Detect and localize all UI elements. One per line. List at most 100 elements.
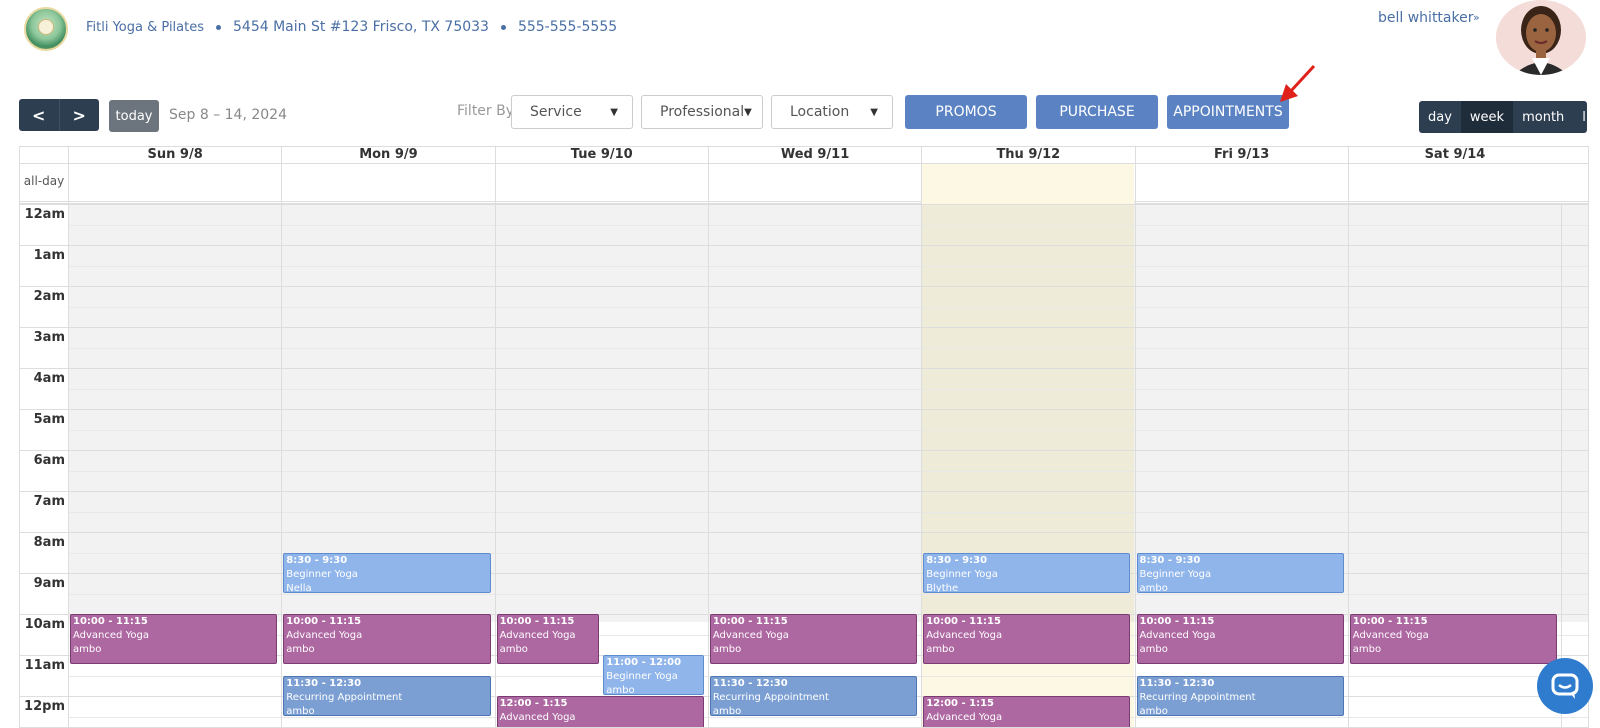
all-day-cell[interactable] bbox=[281, 164, 494, 205]
calendar-event[interactable]: 8:30 - 9:30 Beginner Yoga Nella bbox=[283, 552, 491, 593]
today-button[interactable]: today bbox=[109, 100, 159, 132]
event-professional: ambo bbox=[926, 644, 955, 655]
event-time: 12:00 - 1:15 bbox=[926, 698, 995, 709]
time-grid: 12am 1am 2am 3am 4am 5am 6am 7am 8am 9am 10am 11am 1… bbox=[20, 204, 1588, 727]
all-day-cell[interactable] bbox=[68, 164, 281, 205]
hour-label: 11am bbox=[24, 658, 65, 673]
day-header[interactable]: Sat 9/14 bbox=[1347, 147, 1561, 163]
chevron-left-icon: < bbox=[32, 105, 46, 125]
appointments-button[interactable]: APPOINTMENTS bbox=[1167, 95, 1289, 129]
event-title: Beginner Yoga bbox=[926, 568, 998, 580]
chat-bubble-icon bbox=[1551, 673, 1579, 699]
calendar-event[interactable]: 10:00 - 11:15 Advanced Yoga ambo bbox=[1349, 614, 1558, 665]
view-month-button[interactable]: month bbox=[1513, 101, 1573, 133]
business-phone: 555-555-5555 bbox=[517, 19, 618, 35]
professional-select-value: Professional bbox=[660, 104, 745, 120]
chat-button[interactable] bbox=[1537, 658, 1593, 714]
event-professional: ambo bbox=[73, 644, 102, 655]
view-day-button[interactable]: day bbox=[1419, 101, 1461, 133]
half-hour-line bbox=[68, 388, 1588, 390]
half-hour-line bbox=[68, 470, 1588, 472]
chevron-down-icon: ▼ bbox=[870, 106, 878, 118]
chevron-right-icon: > bbox=[72, 105, 86, 125]
hour-label: 5am bbox=[33, 412, 65, 427]
calendar-event[interactable]: 8:30 - 9:30 Beginner Yoga Blythe bbox=[923, 552, 1131, 593]
calendar-event[interactable]: 12:00 - 1:15 Advanced Yoga bbox=[923, 696, 1131, 727]
purchase-button[interactable]: PURCHASE bbox=[1036, 95, 1158, 129]
calendar-event[interactable]: 10:00 - 11:15 Advanced Yoga ambo bbox=[496, 614, 600, 665]
top-header: Fitli Yoga & Pilates 5454 Main St #123 F… bbox=[0, 0, 1600, 75]
avatar[interactable] bbox=[1496, 0, 1586, 75]
all-day-cell[interactable] bbox=[1134, 164, 1348, 205]
chevron-down-icon: ▼ bbox=[744, 106, 752, 118]
calendar-event[interactable]: 11:30 - 12:30 Recurring Appointment ambo bbox=[709, 675, 918, 716]
event-time: 10:00 - 11:15 bbox=[1139, 616, 1215, 627]
day-column-line bbox=[281, 204, 283, 727]
calendar-event[interactable]: 11:00 - 12:00 Beginner Yoga ambo bbox=[603, 655, 704, 695]
event-title: Advanced Yoga bbox=[712, 630, 789, 641]
next-week-button[interactable]: > bbox=[58, 99, 100, 131]
event-time: 10:00 - 11:15 bbox=[286, 616, 362, 627]
event-time: 8:30 - 9:30 bbox=[286, 554, 348, 566]
calendar-event[interactable]: 10:00 - 11:15 Advanced Yoga ambo bbox=[709, 614, 918, 665]
user-menu-name[interactable]: bell whittaker bbox=[1378, 10, 1473, 26]
day-column-line bbox=[707, 204, 709, 727]
view-list-button[interactable]: list bbox=[1573, 101, 1587, 133]
calendar-event[interactable]: 12:00 - 1:15 Advanced Yoga bbox=[496, 696, 704, 727]
hour-line bbox=[20, 286, 1588, 287]
hour-line bbox=[20, 245, 1588, 246]
calendar-event[interactable]: 10:00 - 11:15 Advanced Yoga ambo bbox=[283, 614, 491, 665]
view-week-button[interactable]: week bbox=[1460, 101, 1514, 133]
business-logo[interactable] bbox=[24, 7, 68, 51]
chevron-double-down-icon[interactable]: » bbox=[1473, 11, 1480, 24]
separator-dot-icon bbox=[500, 24, 506, 30]
day-header[interactable]: Tue 9/10 bbox=[494, 147, 708, 163]
hour-line bbox=[20, 491, 1588, 492]
day-header[interactable]: Thu 9/12 bbox=[921, 147, 1134, 163]
calendar-event[interactable]: 11:30 - 12:30 Recurring Appointment ambo bbox=[283, 675, 491, 716]
location-select-value: Location bbox=[790, 104, 850, 120]
event-time: 10:00 - 11:15 bbox=[926, 616, 1001, 627]
event-title: Advanced Yoga bbox=[286, 630, 363, 641]
all-day-cell[interactable] bbox=[707, 164, 921, 205]
date-range-title: Sep 8 – 14, 2024 bbox=[169, 107, 287, 123]
hour-label: 1am bbox=[33, 248, 65, 263]
event-professional: Blythe bbox=[926, 582, 959, 593]
avatar-portrait-icon bbox=[1496, 0, 1586, 75]
week-calendar: all-day 12am 1am 2am 3am 4am 5am 6am 7am 8am 9am 1… bbox=[19, 146, 1589, 728]
hour-line bbox=[20, 368, 1588, 369]
location-select[interactable]: Location ▼ bbox=[771, 95, 893, 129]
promos-button[interactable]: PROMOS bbox=[905, 95, 1027, 129]
day-header[interactable]: Mon 9/9 bbox=[281, 147, 494, 163]
day-header[interactable]: Sun 9/8 bbox=[68, 147, 281, 163]
calendar-event[interactable]: 10:00 - 11:15 Advanced Yoga ambo bbox=[70, 614, 278, 665]
day-header[interactable]: Fri 9/13 bbox=[1134, 147, 1348, 163]
hour-label: 4am bbox=[33, 371, 65, 386]
calendar-event[interactable]: 10:00 - 11:15 Advanced Yoga ambo bbox=[1136, 614, 1344, 665]
all-day-cell[interactable] bbox=[1347, 164, 1561, 205]
day-header[interactable]: Wed 9/11 bbox=[707, 147, 921, 163]
event-title: Advanced Yoga bbox=[499, 712, 576, 723]
half-hour-line bbox=[68, 224, 1588, 226]
hour-label: 9am bbox=[33, 576, 65, 591]
all-day-cell[interactable] bbox=[494, 164, 708, 205]
event-time: 11:00 - 12:00 bbox=[606, 657, 682, 668]
calendar-event[interactable]: 10:00 - 11:15 Advanced Yoga ambo bbox=[923, 614, 1131, 665]
event-time: 10:00 - 11:15 bbox=[1352, 616, 1428, 627]
all-day-cell[interactable] bbox=[921, 164, 1135, 205]
half-hour-line bbox=[68, 347, 1588, 349]
event-professional: ambo bbox=[1352, 644, 1382, 655]
event-time: 8:30 - 9:30 bbox=[1139, 554, 1201, 566]
professional-select[interactable]: Professional ▼ bbox=[641, 95, 763, 129]
service-select[interactable]: Service ▼ bbox=[511, 95, 633, 129]
half-hour-line bbox=[68, 265, 1588, 267]
hour-line bbox=[20, 204, 1588, 205]
calendar-event[interactable]: 11:30 - 12:30 Recurring Appointment ambo bbox=[1136, 675, 1344, 716]
day-column-line bbox=[1134, 204, 1136, 727]
calendar-event[interactable]: 8:30 - 9:30 Beginner Yoga ambo bbox=[1136, 552, 1344, 593]
half-hour-line bbox=[68, 511, 1588, 513]
event-time: 10:00 - 11:15 bbox=[73, 616, 148, 627]
event-time: 12:00 - 1:15 bbox=[499, 698, 568, 709]
prev-week-button[interactable]: < bbox=[19, 99, 59, 131]
event-title: Advanced Yoga bbox=[73, 630, 149, 641]
